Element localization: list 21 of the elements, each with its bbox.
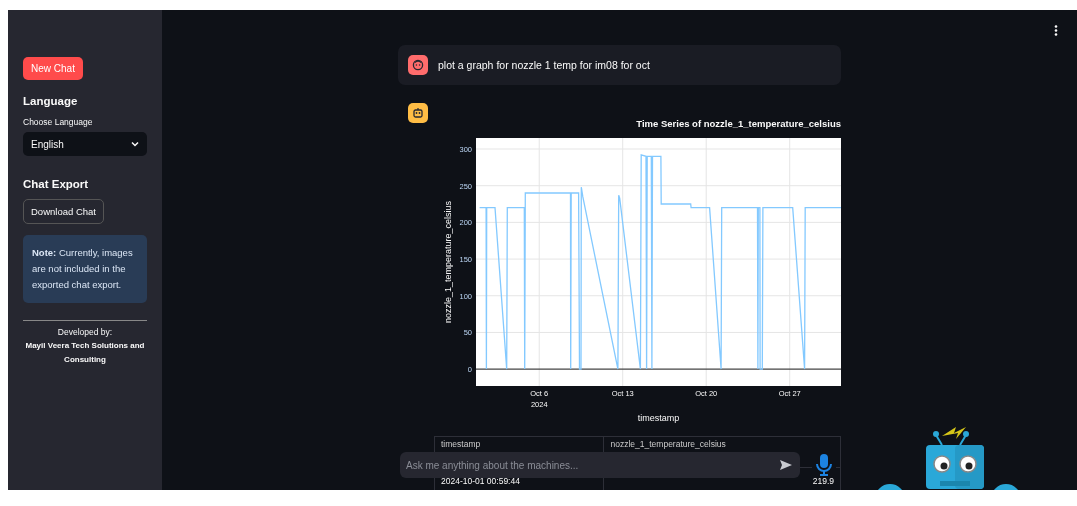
x-axis-title: timestamp — [637, 413, 680, 423]
chart-title: Time Series of nozzle_1_temperature_celsius — [636, 118, 841, 129]
column-header[interactable]: nozzle_1_temperature_celsius — [610, 439, 726, 449]
menu-icon[interactable] — [1054, 25, 1058, 36]
section-heading: Chat Export — [23, 178, 90, 190]
credit-text: Mayil Veera Tech Solutions and Consulting — [24, 340, 146, 366]
chevron-down-icon — [131, 141, 139, 147]
user-avatar-icon — [408, 55, 428, 75]
send-icon[interactable] — [780, 460, 792, 470]
microphone-icon[interactable] — [816, 454, 832, 476]
column-header[interactable]: timestamp — [441, 439, 481, 449]
field-label: Choose Language — [23, 117, 94, 127]
section-heading: Language — [23, 95, 79, 107]
credit-text: Developed by: — [56, 326, 114, 339]
y-axis-title: nozzle_1_temperature_celsius — [443, 200, 453, 324]
language-select[interactable]: English — [23, 132, 147, 156]
bot-avatar-icon — [408, 103, 428, 123]
message-text: plot a graph for nozzle 1 temp for im08 for oct — [438, 59, 650, 71]
note-text: Note: Currently, images are not included in the exported chat export. — [23, 235, 147, 303]
download-chat-button[interactable]: Download Chat — [23, 199, 104, 224]
chat-input-field[interactable]: Ask me anything about the machines... — [400, 452, 800, 478]
